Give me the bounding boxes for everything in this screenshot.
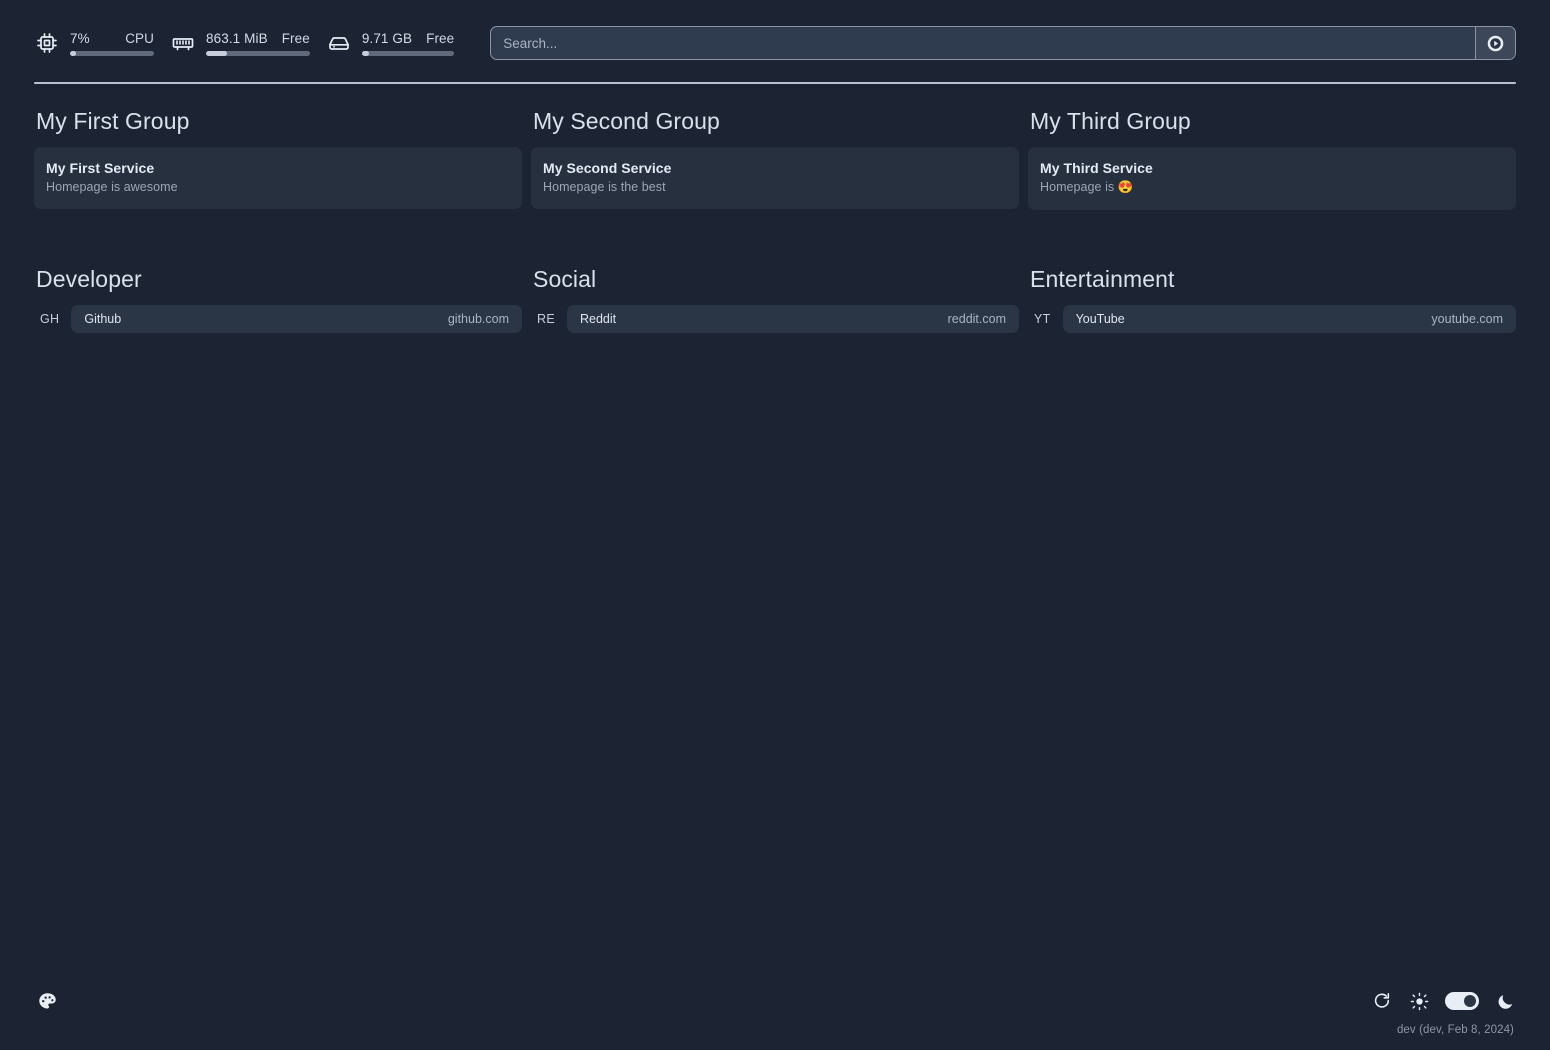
- disk-usage-bar: [361, 50, 455, 56]
- service-card[interactable]: My Second Service Homepage is the best: [531, 147, 1019, 209]
- memory-widget: 863.1 MiB Free: [170, 30, 326, 56]
- cpu-chip-icon: [34, 30, 60, 56]
- service-description: Homepage is awesome: [46, 180, 178, 194]
- theme-controls: [1371, 990, 1516, 1012]
- memory-value: 863.1 MiB: [206, 30, 268, 46]
- bookmark-row: YT YouTube youtube.com: [1028, 305, 1516, 333]
- disk-value: 9.71 GB: [361, 30, 413, 46]
- bookmark-name: YouTube: [1075, 312, 1125, 326]
- search-area: [490, 26, 1516, 60]
- bookmark-row: GH Github github.com: [34, 305, 522, 333]
- moon-icon[interactable]: [1494, 990, 1516, 1012]
- service-name: My Second Service: [543, 160, 672, 176]
- bookmark-link[interactable]: YouTube youtube.com: [1062, 305, 1516, 333]
- service-name: My Third Service: [1040, 160, 1153, 176]
- bookmark-group: Entertainment YT YouTube youtube.com: [1028, 266, 1516, 333]
- disk-label: Free: [426, 30, 455, 46]
- bookmark-host: github.com: [447, 312, 509, 326]
- search-submit-button[interactable]: [1475, 27, 1515, 59]
- cpu-usage-bar: [70, 50, 154, 56]
- bookmark-group: Social RE Reddit reddit.com: [531, 266, 1019, 333]
- bookmark-group: Developer GH Github github.com: [34, 266, 522, 333]
- bookmark-name: Reddit: [579, 312, 617, 326]
- group-title: My Second Group: [533, 108, 720, 134]
- bookmark-group-title: Developer: [36, 266, 142, 292]
- memory-usage-fill: [206, 50, 227, 56]
- memory-usage-bar: [206, 50, 310, 56]
- bookmark-group-title: Social: [533, 266, 597, 292]
- refresh-icon[interactable]: [1371, 990, 1393, 1012]
- homepage-dashboard: 7% CPU 863.1 MiB Free 9.71 GB Free Searc…: [0, 0, 1550, 1050]
- palette-icon[interactable]: [34, 988, 60, 1014]
- service-group: My Third Group My Third Service Homepage…: [1028, 84, 1516, 210]
- bookmark-group-title: Entertainment: [1030, 266, 1175, 292]
- search-input[interactable]: [491, 27, 1475, 59]
- search-provider-icon: [1487, 35, 1504, 52]
- bookmark-abbreviation: RE: [537, 312, 555, 326]
- version-text: dev (dev, Feb 8, 2024): [1396, 1024, 1514, 1036]
- main-content: My First Group My First Service Homepage…: [0, 84, 1550, 333]
- resource-widgets: 7% CPU 863.1 MiB Free 9.71 GB Free: [34, 30, 470, 56]
- bookmark-abbreviation: YT: [1034, 312, 1051, 326]
- cpu-widget: 7% CPU: [34, 30, 170, 56]
- disk-widget: 9.71 GB Free: [326, 30, 470, 56]
- cpu-value: 7%: [70, 30, 90, 46]
- service-groups-grid: My First Group My First Service Homepage…: [34, 84, 1516, 210]
- cpu-label: CPU: [125, 30, 154, 46]
- group-title: My First Group: [36, 108, 190, 134]
- sun-icon[interactable]: [1408, 990, 1430, 1012]
- service-description: Homepage is 😍: [1040, 180, 1134, 194]
- memory-stick-icon: [170, 30, 196, 56]
- bookmark-name: Github: [84, 312, 122, 326]
- bookmark-link[interactable]: Github github.com: [71, 305, 522, 333]
- search-box: [490, 26, 1516, 60]
- bookmark-host: reddit.com: [947, 312, 1006, 326]
- memory-label: Free: [281, 30, 310, 46]
- footer-controls: [34, 978, 1516, 1024]
- cpu-usage-fill: [70, 50, 76, 56]
- service-description: Homepage is the best: [543, 180, 666, 194]
- service-card[interactable]: My First Service Homepage is awesome: [34, 147, 522, 209]
- bookmark-host: youtube.com: [1431, 312, 1503, 326]
- bookmark-row: RE Reddit reddit.com: [531, 305, 1019, 333]
- footer: dev (dev, Feb 8, 2024): [0, 978, 1550, 1050]
- service-card[interactable]: My Third Service Homepage is 😍: [1028, 147, 1516, 210]
- header-bar: 7% CPU 863.1 MiB Free 9.71 GB Free Searc…: [0, 0, 1550, 60]
- hard-drive-icon: [326, 30, 352, 56]
- bookmark-abbreviation: GH: [40, 312, 60, 326]
- theme-toggle[interactable]: [1445, 992, 1479, 1010]
- group-title: My Third Group: [1030, 108, 1191, 134]
- bookmark-link[interactable]: Reddit reddit.com: [566, 305, 1019, 333]
- service-name: My First Service: [46, 160, 155, 176]
- disk-usage-fill: [361, 50, 370, 56]
- bookmark-groups-grid: Developer GH Github github.com Social RE…: [34, 266, 1516, 333]
- service-group: My First Group My First Service Homepage…: [34, 84, 522, 210]
- service-group: My Second Group My Second Service Homepa…: [531, 84, 1019, 210]
